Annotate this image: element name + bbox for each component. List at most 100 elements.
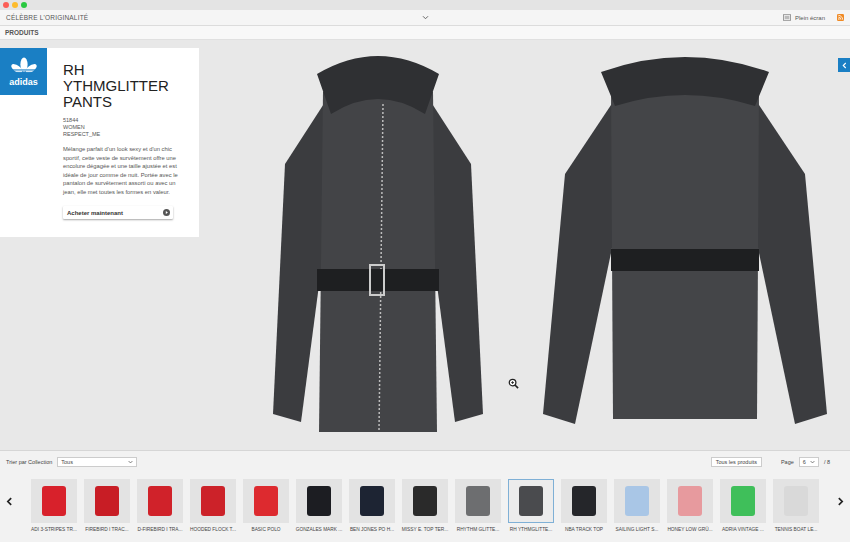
thumbnail[interactable]: SAILING LIGHT S... bbox=[611, 479, 664, 532]
thumbnail[interactable]: NBA TRACK TOP bbox=[558, 479, 611, 532]
window-chrome bbox=[0, 0, 850, 10]
thumbnail-image bbox=[614, 479, 660, 523]
thumbnail[interactable]: RHYTHM GLITTE... bbox=[452, 479, 505, 532]
filter-label: Trier par Collection bbox=[6, 459, 52, 465]
thumbnail-image bbox=[31, 479, 77, 523]
arrow-left-icon[interactable] bbox=[6, 497, 13, 506]
thumbnail[interactable]: BEN JONES PO H... bbox=[346, 479, 399, 532]
paging-controls: Tous les produits Page 6 / 8 bbox=[711, 457, 830, 467]
thumbnail-caption: RHYTHM GLITTE... bbox=[457, 527, 500, 532]
page-current: 6 bbox=[803, 459, 806, 465]
thumbnail-image bbox=[190, 479, 236, 523]
page-select[interactable]: 6 bbox=[799, 457, 819, 467]
product-code: 51844 bbox=[63, 117, 187, 124]
thumbnail-image bbox=[84, 479, 130, 523]
product-stage: adidasRH YTHMGLITTER PANTS51844WOMENRESP… bbox=[0, 40, 850, 450]
thumbnail-image bbox=[773, 479, 819, 523]
thumbnail-caption: ADRIA VINTAGE ... bbox=[722, 527, 764, 532]
thumbnail-product bbox=[307, 486, 331, 516]
fullscreen-icon[interactable] bbox=[783, 14, 791, 21]
thumbnail-caption: NBA TRACK TOP bbox=[565, 527, 603, 532]
thumbnail[interactable]: HONEY LOW GRÜ... bbox=[664, 479, 717, 532]
thumbnail-image bbox=[455, 479, 501, 523]
thumbnail[interactable]: FIREBIRD I TRAC... bbox=[81, 479, 134, 532]
thumbnail[interactable]: GONZALES MARK ... bbox=[293, 479, 346, 532]
thumbnail-product bbox=[784, 486, 808, 516]
thumbnail-caption: ADI 3-STRIPES TR... bbox=[31, 527, 77, 532]
trefoil-icon bbox=[8, 57, 40, 77]
arrow-right-icon[interactable] bbox=[837, 497, 844, 506]
all-products-label: Tous les produits bbox=[716, 459, 757, 465]
thumbnail-caption: BEN JONES PO H... bbox=[350, 527, 394, 532]
thumbnail-product bbox=[731, 486, 755, 516]
thumbnail-product bbox=[678, 486, 702, 516]
magnifier-icon[interactable] bbox=[508, 378, 519, 389]
product-card: adidasRH YTHMGLITTER PANTS51844WOMENRESP… bbox=[0, 48, 199, 237]
thumbnail[interactable]: BASIC POLO bbox=[240, 479, 293, 532]
close-icon[interactable] bbox=[3, 2, 9, 8]
thumbnail-image bbox=[402, 479, 448, 523]
buy-button[interactable]: Acheter maintenant bbox=[63, 206, 173, 219]
jacket-front-photo[interactable] bbox=[265, 44, 491, 444]
thumbnail-product bbox=[254, 486, 278, 516]
section-title: PRODUITS bbox=[5, 29, 39, 36]
thumbnail-image bbox=[137, 479, 183, 523]
browser-controls: Trier par Collection Tous Tous les produit… bbox=[0, 451, 850, 469]
thumbnail-caption: TENNIS BOAT LE... bbox=[775, 527, 818, 532]
thumbnail[interactable]: RH YTHMGLITTE... bbox=[505, 479, 558, 532]
thumbnail[interactable]: TENNIS BOAT LE... bbox=[770, 479, 823, 532]
jacket-back-photo[interactable] bbox=[535, 44, 835, 444]
thumbnail-carousel: ADI 3-STRIPES TR... FIREBIRD I TRAC...D-F… bbox=[0, 469, 850, 532]
fullscreen-link[interactable]: Plein écran bbox=[795, 15, 825, 21]
adidas-logo[interactable]: adidas bbox=[0, 48, 47, 95]
collection-filter: Trier par Collection Tous bbox=[6, 457, 137, 467]
thumbnail-product bbox=[95, 486, 119, 516]
thumbnail-list: ADI 3-STRIPES TR... FIREBIRD I TRAC...D-F… bbox=[28, 479, 823, 532]
play-icon bbox=[163, 209, 170, 216]
minimize-icon[interactable] bbox=[12, 2, 18, 8]
thumbnail[interactable]: ADI 3-STRIPES TR... bbox=[28, 479, 81, 532]
product-browser: Trier par Collection Tous Tous les produit… bbox=[0, 450, 850, 542]
thumbnail-product bbox=[148, 486, 172, 516]
thumbnail-product bbox=[360, 486, 384, 516]
thumbnail-caption: MISSY E. TOP TER... bbox=[402, 527, 448, 532]
product-info: RH YTHMGLITTER PANTS51844WOMENRESPECT_ME… bbox=[47, 48, 199, 237]
thumbnail-image bbox=[508, 479, 554, 523]
site-title[interactable]: CÉLÈBRE L'ORIGINALITÉ bbox=[6, 14, 422, 21]
chevron-left-icon bbox=[842, 62, 847, 69]
thumbnail-product bbox=[625, 486, 649, 516]
thumbnail-product bbox=[42, 486, 66, 516]
zoom-window-icon[interactable] bbox=[21, 2, 27, 8]
chevron-down-icon bbox=[128, 460, 133, 464]
thumbnail-image bbox=[667, 479, 713, 523]
chevron-down-icon[interactable] bbox=[422, 15, 429, 20]
thumbnail[interactable]: MISSY E. TOP TER... bbox=[399, 479, 452, 532]
page-total: / 8 bbox=[824, 459, 830, 465]
rss-icon[interactable] bbox=[837, 14, 844, 21]
product-photos bbox=[199, 40, 835, 444]
collection-select[interactable]: Tous bbox=[57, 457, 137, 467]
product-title: RH YTHMGLITTER PANTS bbox=[63, 62, 187, 110]
thumbnail-product bbox=[572, 486, 596, 516]
chevron-down-icon bbox=[810, 460, 815, 464]
buy-label: Acheter maintenant bbox=[67, 210, 123, 216]
thumbnail-caption: SAILING LIGHT S... bbox=[616, 527, 659, 532]
thumbnail-product bbox=[413, 486, 437, 516]
thumbnail-product bbox=[466, 486, 490, 516]
thumbnail-caption: HONEY LOW GRÜ... bbox=[667, 527, 712, 532]
side-panel-tab[interactable] bbox=[838, 58, 850, 72]
thumbnail-image bbox=[349, 479, 395, 523]
thumbnail[interactable]: D-FIREBIRD I TRA... bbox=[134, 479, 187, 532]
thumbnail[interactable]: ADRIA VINTAGE ... bbox=[717, 479, 770, 532]
app: CÉLÈBRE L'ORIGINALITÉ Plein écran PRODUITS… bbox=[0, 0, 850, 542]
thumbnail[interactable]: HOODED FLOCK T... bbox=[187, 479, 240, 532]
top-bar: CÉLÈBRE L'ORIGINALITÉ Plein écran bbox=[0, 10, 850, 26]
thumbnail-caption: RH YTHMGLITTE... bbox=[510, 527, 553, 532]
thumbnail-image bbox=[561, 479, 607, 523]
thumbnail-caption: BASIC POLO bbox=[251, 527, 280, 532]
thumbnail-caption: GONZALES MARK ... bbox=[296, 527, 343, 532]
thumbnail-image bbox=[243, 479, 289, 523]
page-label: Page bbox=[781, 459, 794, 465]
thumbnail-image bbox=[296, 479, 342, 523]
all-products-button[interactable]: Tous les produits bbox=[711, 457, 762, 467]
